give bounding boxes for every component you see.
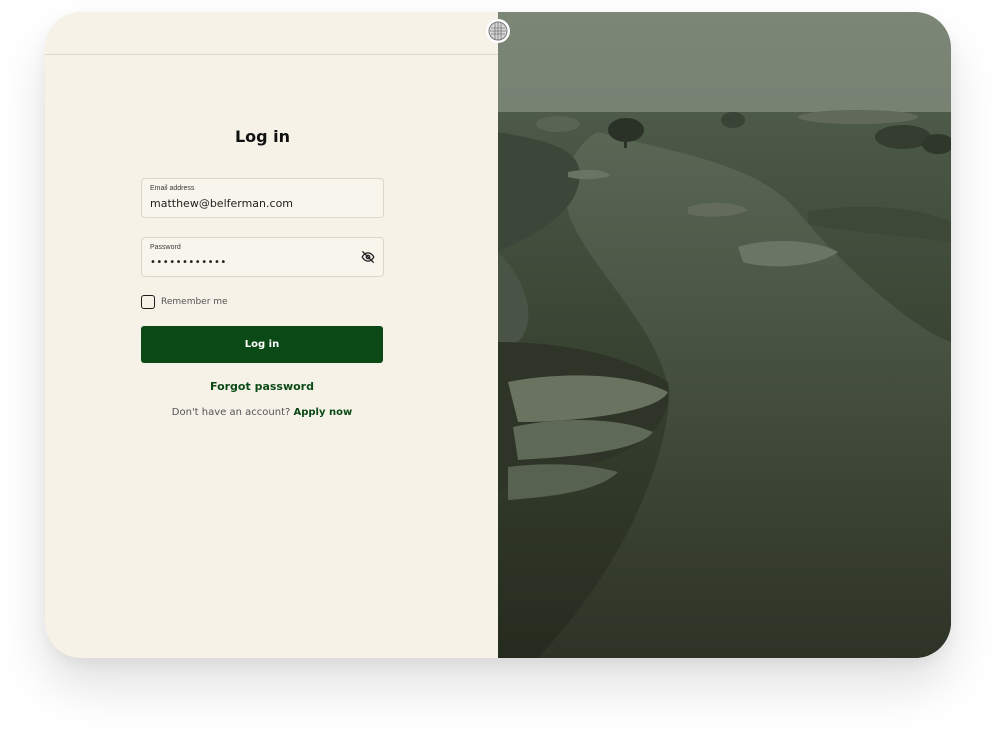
hero-image — [498, 12, 951, 658]
top-bar — [45, 12, 498, 55]
email-label: Email address — [150, 185, 195, 192]
forgot-password-link[interactable]: Forgot password — [141, 380, 383, 393]
login-panel: Log in Email address matthew@belferman.c… — [45, 12, 498, 658]
remember-label: Remember me — [161, 297, 228, 307]
golf-ball-icon[interactable] — [486, 19, 510, 43]
no-account-text: Don't have an account? — [171, 407, 294, 418]
eye-slash-icon[interactable] — [361, 250, 375, 264]
email-input[interactable]: matthew@belferman.com — [150, 197, 350, 210]
app-window: Log in Email address matthew@belferman.c… — [45, 12, 951, 658]
login-button[interactable]: Log in — [141, 326, 383, 363]
password-label: Password — [150, 244, 181, 251]
remember-me[interactable]: Remember me — [141, 295, 228, 309]
apply-row: Don't have an account? Apply now — [141, 407, 383, 418]
login-form: Log in Email address matthew@belferman.c… — [141, 124, 384, 418]
password-input[interactable]: •••••••••••• — [150, 257, 350, 268]
page-title: Log in — [234, 127, 291, 146]
remember-checkbox[interactable] — [141, 295, 155, 309]
apply-now-link[interactable]: Apply now — [293, 407, 352, 418]
password-field[interactable]: Password •••••••••••• — [141, 237, 384, 277]
email-field[interactable]: Email address matthew@belferman.com — [141, 178, 384, 218]
